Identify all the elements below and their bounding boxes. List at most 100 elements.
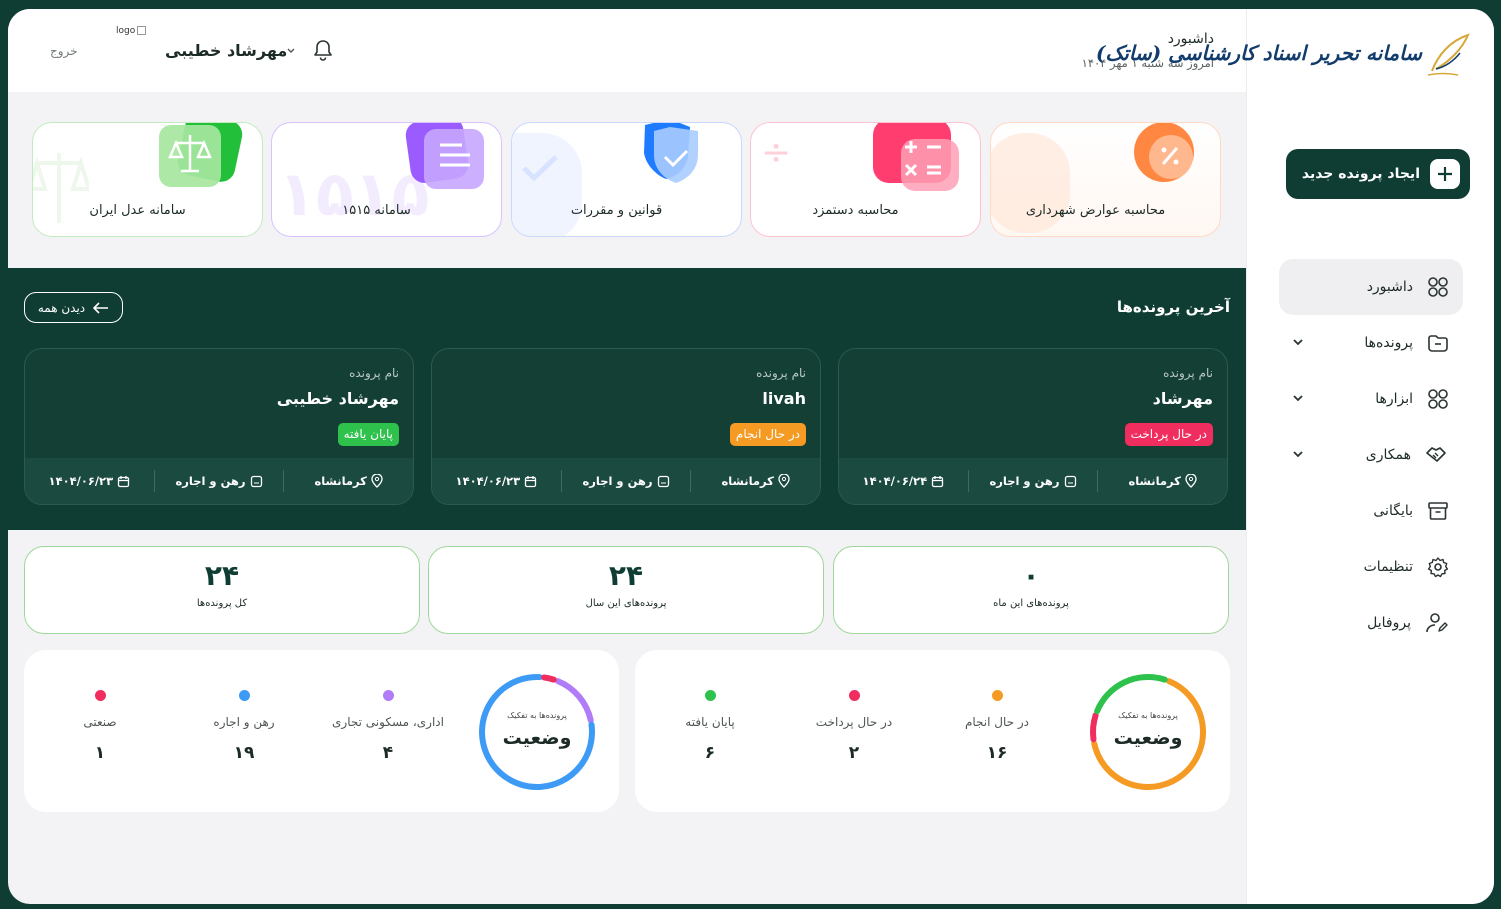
tool-card-1515-system[interactable]: ۱۵۱۵ سامانه ۱۵۱۵ xyxy=(271,122,502,237)
file-date: ۱۴۰۴/۰۶/۲۳ xyxy=(25,470,154,492)
file-card[interactable]: نام پرونده مهرشاد خطیبی پایان یافته کرما… xyxy=(24,348,414,505)
chevron-down-icon[interactable] xyxy=(1291,335,1305,349)
location-icon xyxy=(371,474,383,488)
file-caption: نام پرونده xyxy=(349,366,399,380)
tool-card-municipal-fees[interactable]: محاسبه عوارض شهرداری xyxy=(990,122,1221,237)
tool-label: قوانین و مقررات xyxy=(570,203,663,218)
legend-dot xyxy=(991,690,1003,701)
ring-segment xyxy=(541,674,557,683)
legend-label: رهن و اجاره xyxy=(213,715,275,729)
stat-label: کل پرونده‌ها xyxy=(196,598,248,609)
home-icon xyxy=(1064,475,1076,487)
chevron-down-icon[interactable] xyxy=(286,47,296,55)
legend-label: در حال انجام xyxy=(964,715,1030,729)
legend-label: پایان یافته xyxy=(685,715,735,729)
tool-label: سامانه ۱۵۱۵ xyxy=(342,203,411,218)
legend-dot xyxy=(94,690,106,701)
grid-icon xyxy=(1428,389,1448,409)
sidebar-item-label: پرونده‌ها xyxy=(1364,335,1413,351)
legend-item: پایان یافته ۶ xyxy=(640,690,780,763)
feather-pen-icon xyxy=(1427,33,1470,76)
archive-icon xyxy=(1428,502,1448,520)
scales-decor-icon xyxy=(33,153,89,223)
new-file-button[interactable]: ایجاد پرونده جدید xyxy=(1286,149,1470,199)
recent-files-section: آخرین پرونده‌ها دیدن همه نام پرونده مهرش… xyxy=(8,268,1246,530)
legend-dot xyxy=(704,690,716,701)
percent-icon xyxy=(1129,123,1199,187)
shield-check-icon xyxy=(630,123,720,195)
stat-value: ۲۴ xyxy=(204,559,240,592)
sidebar-item-label: پروفایل xyxy=(1367,615,1411,631)
legend-value: ۴ xyxy=(382,743,394,763)
file-date: ۱۴۰۴/۰۶/۲۴ xyxy=(839,470,968,492)
sidebar-item-collaboration[interactable]: همکاری xyxy=(1279,427,1463,483)
ring-subtitle: پرونده‌ها به تفکیک xyxy=(1118,711,1178,720)
file-meta: کرمانشاه رهن و اجاره ۱۴۰۴/۰۶/۲۴ xyxy=(839,458,1227,504)
legend-item: در حال انجام ۱۶ xyxy=(927,690,1067,763)
file-type: رهن و اجاره xyxy=(153,470,284,492)
stat-card-this-month: ۰ پرونده‌های این ماه xyxy=(833,546,1229,634)
legend-value: ۱۹ xyxy=(233,743,255,763)
sidebar-item-dashboard[interactable]: داشبورد xyxy=(1279,259,1463,315)
legend-item: رهن و اجاره ۱۹ xyxy=(174,690,314,763)
legend-dot xyxy=(848,690,860,701)
brand-logo[interactable]: سامانه تحریر اسناد کارشناسی (ساتک) xyxy=(1096,27,1472,87)
file-type: رهن و اجاره xyxy=(560,470,691,492)
calendar-icon xyxy=(524,475,537,487)
tool-card-adl-iran[interactable]: سامانه عدل ایران xyxy=(32,122,263,237)
file-meta: کرمانشاه رهن و اجاره ۱۴۰۴/۰۶/۲۳ xyxy=(25,458,413,504)
brand-name: سامانه تحریر اسناد کارشناسی (ساتک) xyxy=(1095,41,1422,65)
sidebar-item-label: همکاری xyxy=(1365,447,1411,463)
see-all-label: دیدن همه xyxy=(37,300,86,315)
status-badge: در حال پرداخت xyxy=(1124,423,1213,446)
stat-label: پرونده‌های این سال xyxy=(585,598,667,609)
legend-value: ۱ xyxy=(94,743,106,763)
calculator-icon xyxy=(871,123,961,197)
logout-button[interactable]: خروج xyxy=(50,44,78,58)
legend-label: اداری، مسکونی تجاری xyxy=(332,715,444,729)
ring-title: وضعیت xyxy=(1113,727,1183,749)
section-title: آخرین پرونده‌ها xyxy=(1116,298,1230,316)
chevron-down-icon[interactable] xyxy=(1291,391,1305,405)
stat-card-this-year: ۲۴ پرونده‌های این سال xyxy=(428,546,824,634)
file-name: مهرشاد خطیبی xyxy=(276,389,399,408)
tool-card-wage-calculator[interactable]: ÷ محاسبه دستمزد xyxy=(750,122,981,237)
legend-item: اداری، مسکونی تجاری ۴ xyxy=(318,690,458,763)
calendar-icon xyxy=(117,475,130,487)
ring-subtitle: پرونده‌ها به تفکیک xyxy=(507,711,567,720)
status-badge: در حال انجام xyxy=(729,423,806,446)
sidebar-item-label: بایگانی xyxy=(1373,503,1413,519)
bg-decor xyxy=(991,133,1070,233)
sidebar-item-profile[interactable]: پروفایل xyxy=(1279,595,1463,651)
legend-value: ۶ xyxy=(704,743,716,763)
bell-icon[interactable] xyxy=(313,39,333,61)
legend-value: ۱۶ xyxy=(986,743,1008,763)
user-icon xyxy=(1426,613,1448,633)
tool-card-laws-regulations[interactable]: قوانین و مقررات xyxy=(511,122,742,237)
sidebar-item-archive[interactable]: بایگانی xyxy=(1279,483,1463,539)
status-panel-progress: پرونده‌ها به تفکیک وضعیت در حال انجام ۱۶… xyxy=(635,650,1230,812)
file-card[interactable]: نام پرونده مهرشاد در حال پرداخت کرمانشاه… xyxy=(838,348,1228,505)
tool-label: محاسبه دستمزد xyxy=(812,203,899,218)
file-caption: نام پرونده xyxy=(756,366,806,380)
sidebar-item-files[interactable]: پرونده‌ها xyxy=(1279,315,1463,371)
stat-card-total: ۲۴ کل پرونده‌ها xyxy=(24,546,420,634)
see-all-button[interactable]: دیدن همه xyxy=(24,292,123,323)
sidebar-item-settings[interactable]: تنظیمات xyxy=(1279,539,1463,595)
sidebar-item-tools[interactable]: ابزارها xyxy=(1279,371,1463,427)
sidebar-item-label: تنظیمات xyxy=(1363,559,1413,575)
legend-value: ۲ xyxy=(848,743,860,763)
file-city: کرمانشاه xyxy=(283,470,413,492)
chevron-down-icon[interactable] xyxy=(1291,447,1305,461)
sidebar-item-label: ابزارها xyxy=(1375,391,1413,407)
home-icon xyxy=(657,475,669,487)
file-date: ۱۴۰۴/۰۶/۲۳ xyxy=(432,470,561,492)
user-name[interactable]: مهرشاد خطیبی xyxy=(165,41,287,60)
file-card[interactable]: نام پرونده livah در حال انجام کرمانشاه ر… xyxy=(431,348,821,505)
legend-label: در حال پرداخت xyxy=(815,715,893,729)
gear-icon xyxy=(1427,557,1449,578)
plus-icon xyxy=(1430,159,1460,189)
file-city: کرمانشاه xyxy=(690,470,820,492)
arrow-left-icon xyxy=(93,301,109,314)
bg-decor xyxy=(512,133,582,236)
